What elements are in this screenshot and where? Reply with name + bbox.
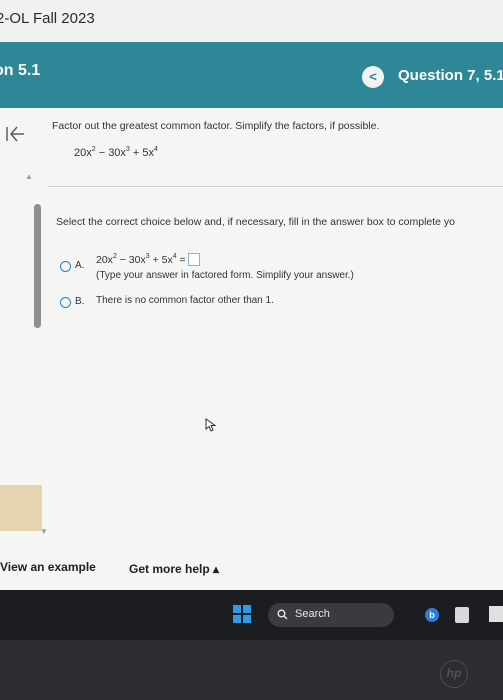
- answer-input[interactable]: [187, 253, 200, 266]
- monitor-bezel: hp: [0, 640, 503, 700]
- search-icon: [277, 609, 288, 620]
- expr-term: + 5x: [129, 147, 154, 159]
- example-panel-edge: [0, 485, 42, 531]
- screen: 2-OL Fall 2023 on 5.1 < Question 7, 5.1 …: [0, 0, 503, 590]
- scrollbar-thumb[interactable]: [34, 204, 41, 328]
- taskbar: Search b: [0, 590, 503, 640]
- store-icon[interactable]: [489, 606, 503, 622]
- choice-instruction: Select the correct choice below and, if …: [56, 216, 456, 228]
- question-label: Question 7, 5.1: [398, 67, 503, 84]
- file-explorer-icon[interactable]: [455, 607, 469, 623]
- choice-b-radio[interactable]: [60, 297, 71, 308]
- divider: [48, 186, 503, 187]
- expr-term: 20x: [74, 147, 92, 159]
- choice-b-letter: B.: [75, 296, 85, 307]
- equals-sign: =: [176, 254, 186, 266]
- get-more-help-button[interactable]: Get more help ▴: [129, 562, 219, 576]
- course-title: 2-OL Fall 2023: [0, 10, 95, 27]
- section-title: on 5.1: [0, 62, 41, 79]
- collapse-left-icon[interactable]: [5, 124, 25, 144]
- expr-term: − 30x: [95, 147, 126, 159]
- problem-prompt: Factor out the greatest common factor. S…: [52, 120, 380, 132]
- problem-expression: 20x2 − 30x3 + 5x4: [74, 146, 158, 159]
- choice-a-note: (Type your answer in factored form. Simp…: [96, 270, 354, 281]
- expr-term: − 30x: [116, 254, 146, 266]
- expr-exponent: 4: [154, 146, 158, 153]
- course-bar: 2-OL Fall 2023: [0, 0, 503, 42]
- choice-a-expression: 20x2 − 30x3 + 5x4 =: [96, 253, 200, 266]
- taskbar-search[interactable]: Search: [268, 603, 394, 627]
- question-content: Factor out the greatest common factor. S…: [0, 108, 503, 590]
- choice-b-text: There is no common factor other than 1.: [96, 295, 274, 306]
- choice-a-letter: A.: [75, 260, 85, 271]
- question-header: on 5.1 < Question 7, 5.1: [0, 42, 503, 108]
- expr-term: 20x: [96, 254, 113, 266]
- question-footer: View an example Get more help ▴: [0, 546, 503, 590]
- windows-start-icon[interactable]: [233, 605, 251, 623]
- search-label: Search: [295, 608, 330, 620]
- hp-logo: hp: [440, 660, 468, 688]
- expr-term: + 5x: [149, 254, 173, 266]
- scroll-up-arrow-icon[interactable]: ▲: [25, 172, 33, 181]
- browser-icon[interactable]: b: [425, 608, 439, 622]
- mouse-cursor-icon: [205, 418, 217, 432]
- view-example-link[interactable]: View an example: [0, 560, 96, 574]
- choice-a-radio[interactable]: [60, 261, 71, 272]
- previous-question-button[interactable]: <: [362, 66, 384, 88]
